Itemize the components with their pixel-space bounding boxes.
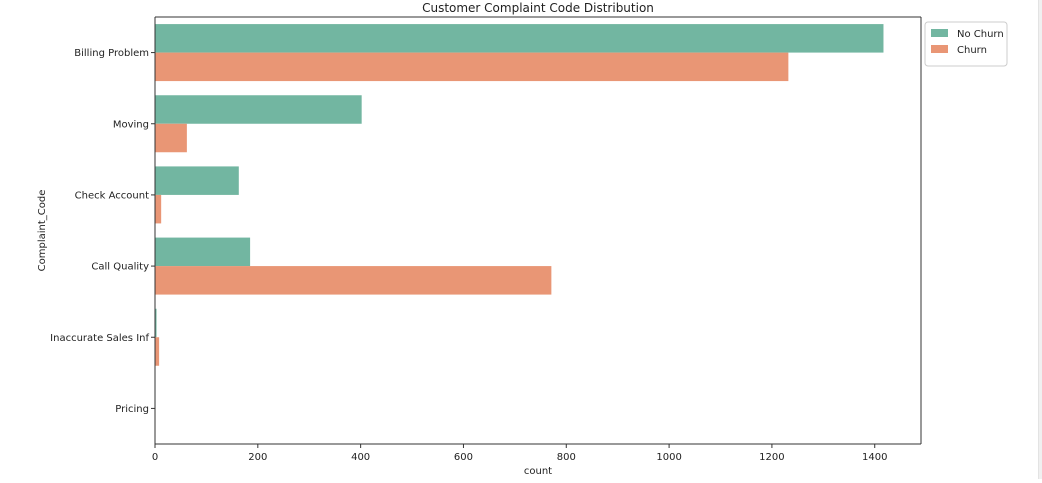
x-tick-label-600: 600 (454, 452, 473, 463)
y-tick-label-billing-problem: Billing Problem (74, 48, 149, 59)
chart-svg: 0 200 400 600 800 1000 1200 1400 Billing Problem… (37, 1, 1008, 477)
x-axis-label: count (524, 466, 552, 477)
x-tick-label-0: 0 (152, 452, 158, 463)
bar-moving-no-churn (155, 95, 362, 124)
x-tick-label-1000: 1000 (656, 452, 681, 463)
y-tick-label-pricing: Pricing (115, 404, 149, 415)
bar-call-quality-churn (155, 266, 552, 295)
legend-label-no-churn: No Churn (957, 29, 1004, 40)
x-tick-label-1200: 1200 (759, 452, 784, 463)
bar-inaccurate-sales-inf-churn (155, 337, 160, 366)
bar-call-quality-no-churn (155, 237, 251, 267)
legend-swatch-churn (931, 45, 948, 53)
legend: No Churn Churn (924, 21, 1008, 67)
y-tick-label-moving: Moving (113, 119, 149, 130)
bar-moving-churn (155, 123, 187, 153)
bar-check-account-no-churn (155, 166, 239, 195)
chart-title: Customer Complaint Code Distribution (422, 1, 654, 15)
chart-container: 0 200 400 600 800 1000 1200 1400 Billing Problem… (0, 0, 1042, 479)
x-tick-label-1400: 1400 (862, 452, 887, 463)
y-tick-label-call-quality: Call Quality (91, 262, 149, 273)
bars-layer (155, 24, 884, 437)
x-tick-label-200: 200 (248, 452, 267, 463)
scrollbar-edge (1038, 0, 1042, 479)
x-tick-label-400: 400 (351, 452, 370, 463)
bar-billing-problem-no-churn (155, 24, 884, 53)
bar-check-account-churn (155, 194, 162, 224)
bar-billing-problem-churn (155, 52, 789, 82)
y-tick-label-check-account: Check Account (75, 190, 149, 201)
y-tick-label-inaccurate-sales-inf: Inaccurate Sales Inf (50, 333, 149, 344)
legend-label-churn: Churn (957, 45, 987, 56)
y-axis-label: Complaint_Code (37, 190, 48, 272)
x-tick-label-800: 800 (557, 452, 576, 463)
legend-swatch-no-churn (931, 29, 948, 37)
